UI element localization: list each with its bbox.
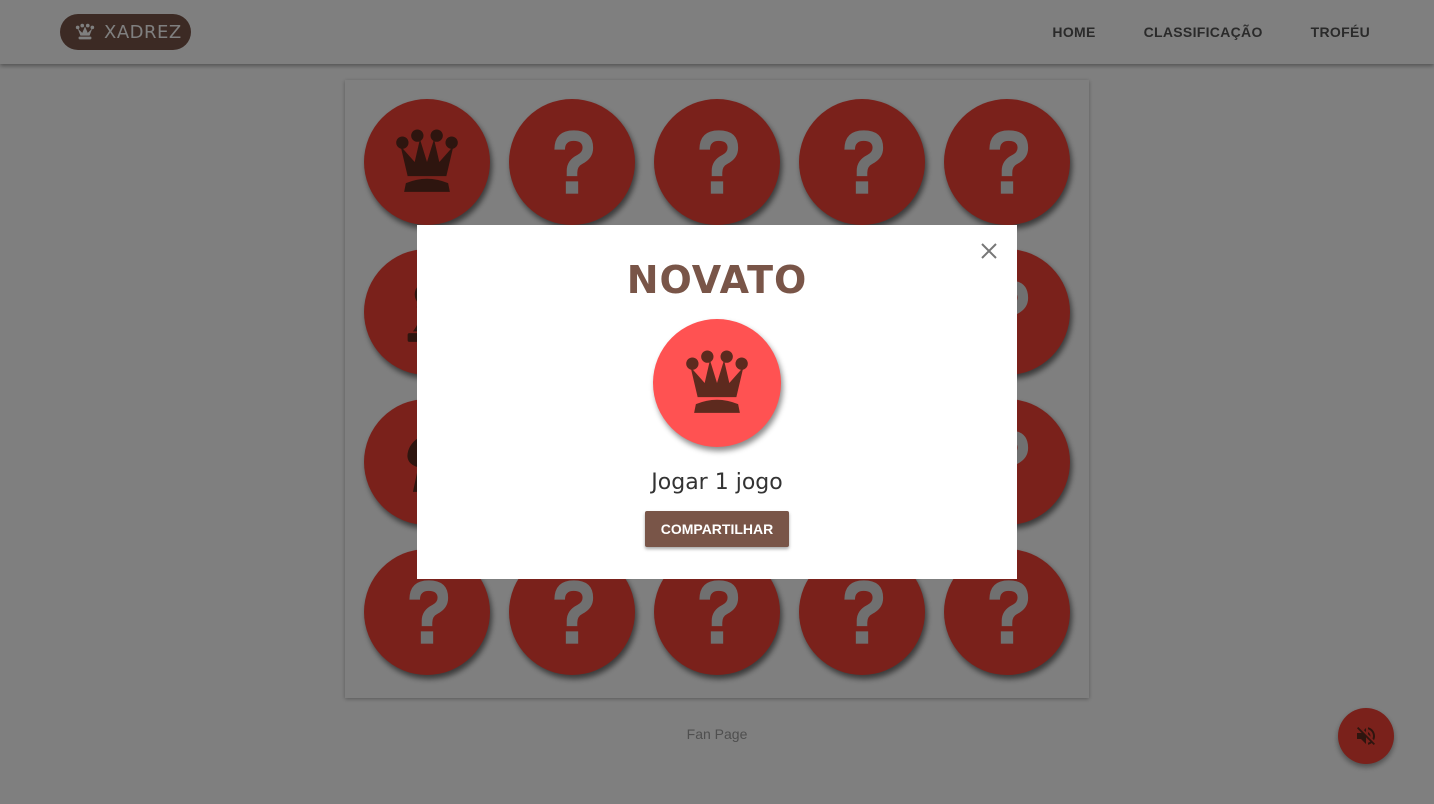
queen-icon: [686, 350, 748, 413]
close-icon[interactable]: [979, 241, 999, 261]
achievement-title: NOVATO: [626, 258, 808, 302]
achievement-badge: [653, 319, 781, 447]
achievement-description: Jogar 1 jogo: [651, 470, 783, 495]
share-button[interactable]: COMPARTILHAR: [644, 511, 790, 547]
achievement-modal: NOVATO Jogar 1 jogo COMPARTILHAR: [417, 225, 1017, 579]
